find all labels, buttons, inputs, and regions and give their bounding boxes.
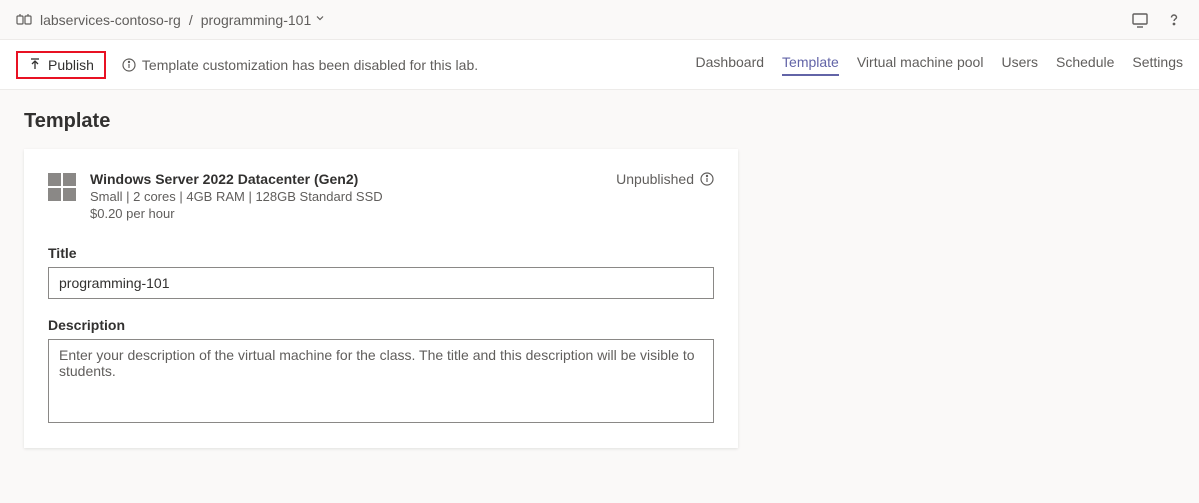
info-message-text: Template customization has been disabled… xyxy=(142,57,478,73)
info-message: Template customization has been disabled… xyxy=(122,57,478,73)
tab-users[interactable]: Users xyxy=(1001,54,1038,76)
tab-template[interactable]: Template xyxy=(782,54,839,76)
chevron-down-icon xyxy=(315,13,325,26)
publish-button-label: Publish xyxy=(48,57,94,73)
upload-icon xyxy=(28,58,42,72)
publish-button[interactable]: Publish xyxy=(16,51,106,79)
tab-settings[interactable]: Settings xyxy=(1132,54,1183,76)
breadcrumb-parent[interactable]: labservices-contoso-rg xyxy=(40,12,181,28)
nav-tabs: Dashboard Template Virtual machine pool … xyxy=(696,54,1183,76)
template-card: Windows Server 2022 Datacenter (Gen2) Sm… xyxy=(24,149,738,448)
breadcrumb-current[interactable]: programming-101 xyxy=(201,12,326,28)
vm-name: Windows Server 2022 Datacenter (Gen2) xyxy=(90,171,383,187)
tab-dashboard[interactable]: Dashboard xyxy=(696,54,765,76)
toolbar: Publish Template customization has been … xyxy=(0,40,1199,90)
page-title: Template xyxy=(0,90,1199,149)
title-field-group: Title xyxy=(48,245,714,299)
vm-details: Windows Server 2022 Datacenter (Gen2) Sm… xyxy=(90,171,383,221)
breadcrumb-bar: labservices-contoso-rg / programming-101 xyxy=(0,0,1199,40)
title-label: Title xyxy=(48,245,714,261)
description-textarea[interactable] xyxy=(48,339,714,423)
breadcrumb-current-label: programming-101 xyxy=(201,12,312,28)
vm-status-label: Unpublished xyxy=(616,171,694,187)
monitor-icon[interactable] xyxy=(1131,11,1149,29)
vm-header: Windows Server 2022 Datacenter (Gen2) Sm… xyxy=(48,171,714,221)
vm-price: $0.20 per hour xyxy=(90,206,383,221)
description-label: Description xyxy=(48,317,714,333)
title-input[interactable] xyxy=(48,267,714,299)
vm-status: Unpublished xyxy=(616,171,714,187)
resource-group-icon xyxy=(16,12,32,28)
info-icon[interactable] xyxy=(700,172,714,186)
breadcrumb: labservices-contoso-rg / programming-101 xyxy=(16,12,325,28)
toolbar-left: Publish Template customization has been … xyxy=(16,51,478,79)
header-actions xyxy=(1131,11,1183,29)
windows-icon xyxy=(48,173,76,201)
vm-specs: Small | 2 cores | 4GB RAM | 128GB Standa… xyxy=(90,189,383,204)
tab-schedule[interactable]: Schedule xyxy=(1056,54,1114,76)
info-icon xyxy=(122,58,136,72)
breadcrumb-separator: / xyxy=(189,12,193,28)
help-icon[interactable] xyxy=(1165,11,1183,29)
tab-vm-pool[interactable]: Virtual machine pool xyxy=(857,54,984,76)
description-field-group: Description xyxy=(48,317,714,426)
vm-info: Windows Server 2022 Datacenter (Gen2) Sm… xyxy=(48,171,383,221)
